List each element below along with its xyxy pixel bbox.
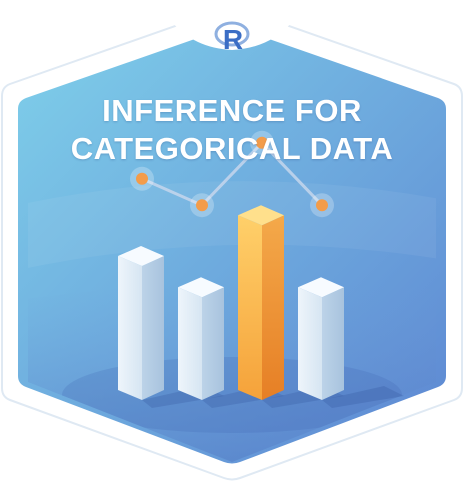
chart-bar-front [238,215,262,400]
chart-marker-4 [316,199,328,212]
chart-bar-front [178,287,202,400]
chart-marker-1 [136,172,148,185]
course-badge: R INFERENCE FOR CATEGORICAL DATA [0,0,464,482]
chart-bar-side [262,215,284,400]
chart-bar-side [202,287,224,400]
badge-graphic: R [1,0,463,481]
background-streaks [28,181,436,462]
badge-title-line-2: CATEGORICAL DATA [70,131,394,166]
chart-bar-front [118,256,142,400]
chart-marker-2 [196,199,208,212]
badge-title-line-1: INFERENCE FOR [102,93,362,128]
svg-text:R: R [223,24,243,55]
chart-bar-front [298,287,322,400]
chart-bar-side [142,256,164,400]
chart-bar-side [322,287,344,400]
